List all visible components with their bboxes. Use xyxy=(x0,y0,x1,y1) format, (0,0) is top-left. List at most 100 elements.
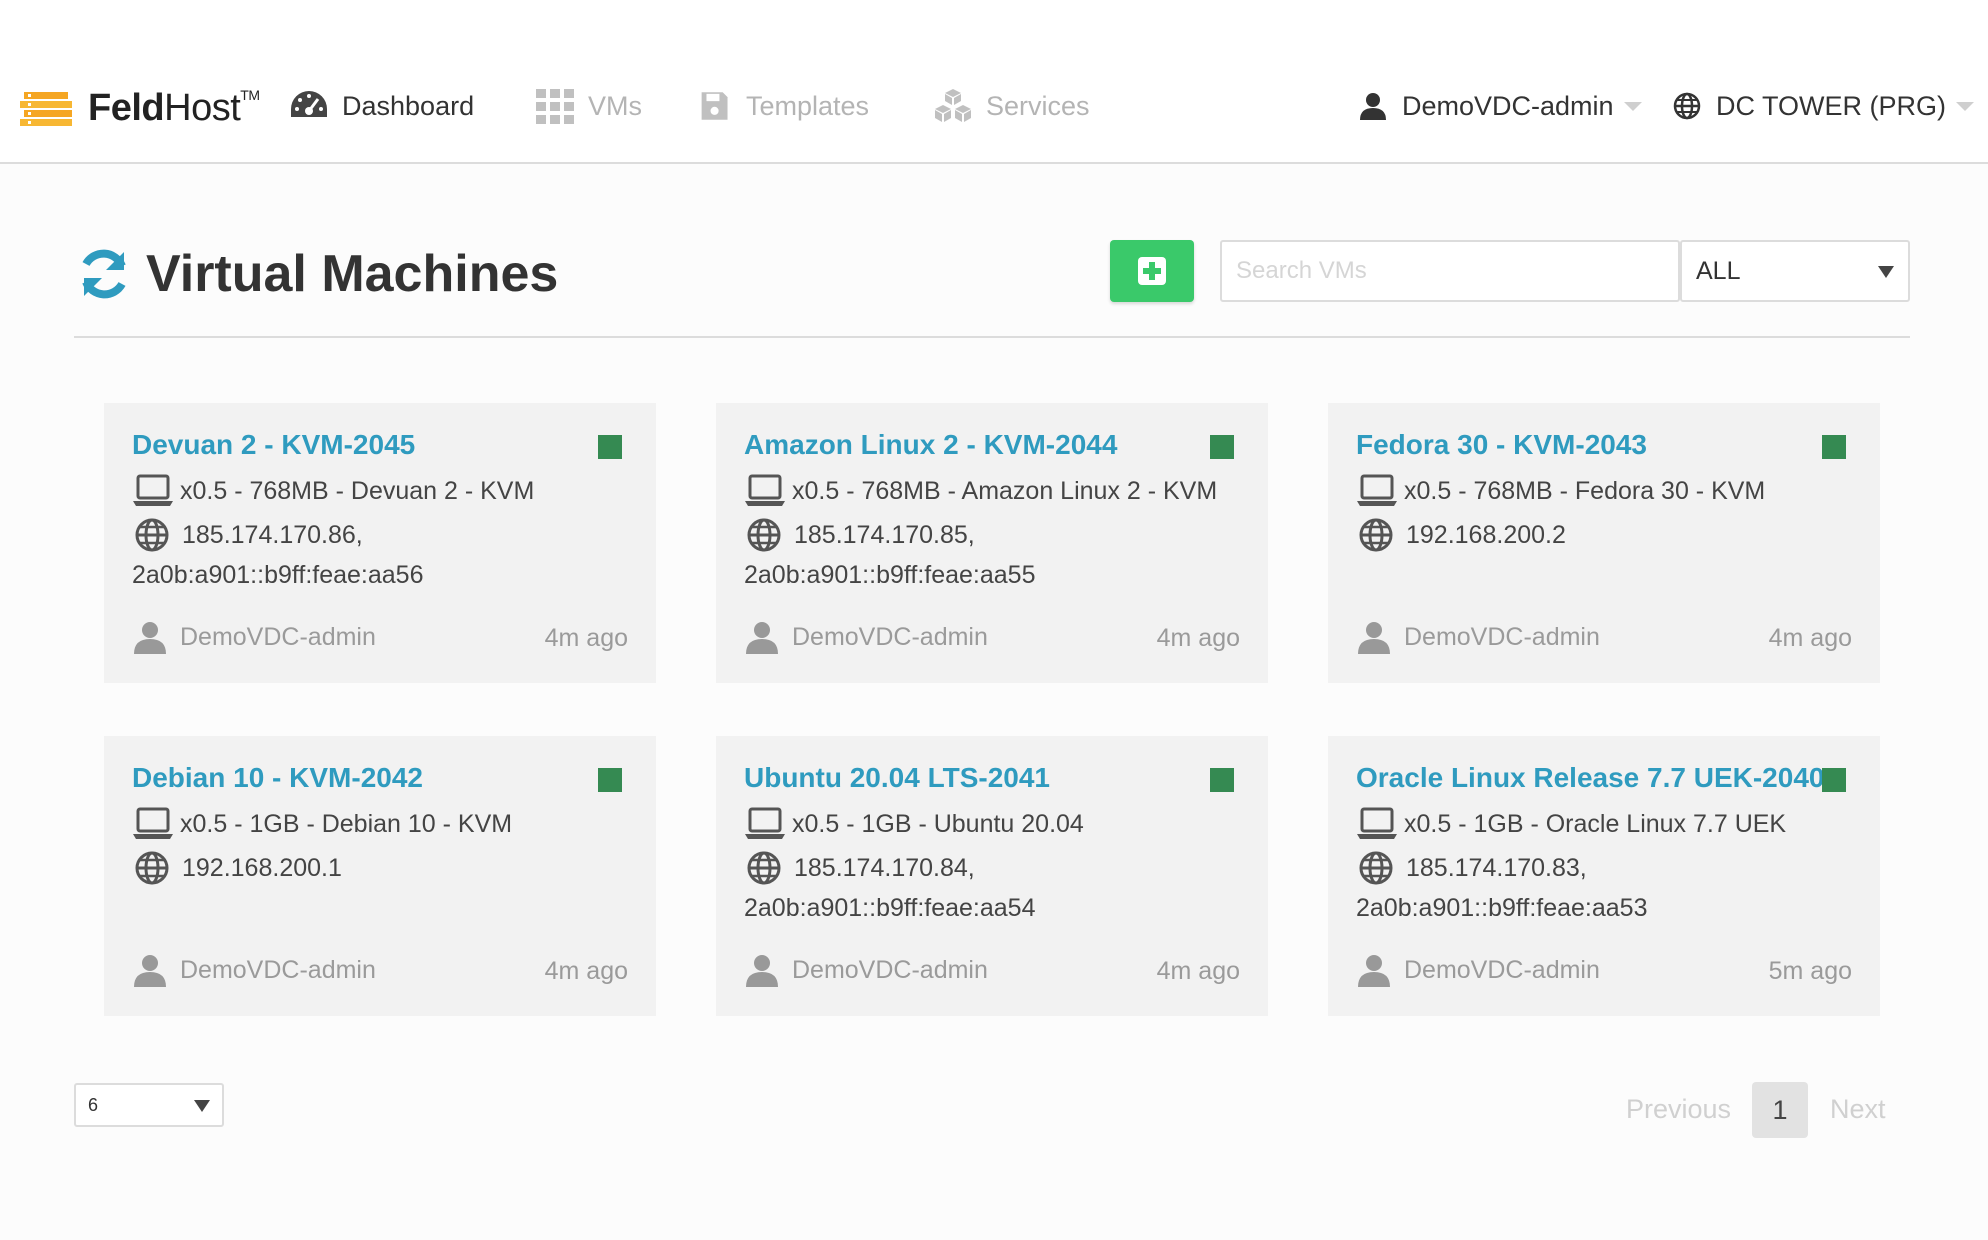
nav-templates[interactable]: Templates xyxy=(700,84,869,128)
status-indicator xyxy=(598,435,622,459)
add-vm-button[interactable] xyxy=(1110,240,1194,302)
laptop-icon xyxy=(745,807,785,839)
vm-ip-row: 192.168.200.1 xyxy=(132,850,342,886)
user-icon xyxy=(1358,955,1390,987)
filter-selected-value: ALL xyxy=(1696,256,1741,285)
vm-ip-row: 185.174.170.83, xyxy=(1356,850,1587,886)
globe-icon xyxy=(1359,851,1393,885)
vm-ip-row: 192.168.200.2 xyxy=(1356,517,1566,553)
filter-select[interactable]: ALL xyxy=(1680,240,1910,302)
vm-age: 4m ago xyxy=(1768,624,1852,652)
vm-owner-name: DemoVDC-admin xyxy=(180,955,376,984)
user-icon xyxy=(134,955,166,987)
vm-owner: DemoVDC-admin xyxy=(744,952,988,988)
vm-card[interactable]: Debian 10 - KVM-2042 x0.5 - 1GB - Debian … xyxy=(104,736,656,1016)
datacenter-name: DC TOWER (PRG) xyxy=(1716,90,1947,121)
chevron-down-icon xyxy=(1623,101,1642,111)
nav-services-label: Services xyxy=(986,90,1090,121)
vm-name-link[interactable]: Fedora 30 - KVM-2043 xyxy=(1356,429,1647,461)
brand-logo[interactable]: FeldHostTM xyxy=(20,87,260,129)
vm-owner: DemoVDC-admin xyxy=(1356,619,1600,655)
vm-spec: x0.5 - 1GB - Debian 10 - KVM xyxy=(180,809,513,838)
vm-card[interactable]: Oracle Linux Release 7.7 UEK-2040 x0.5 - … xyxy=(1328,736,1880,1016)
vm-ip: 185.174.170.85, xyxy=(794,520,975,549)
vm-name-link[interactable]: Devuan 2 - KVM-2045 xyxy=(132,429,415,461)
status-indicator xyxy=(598,768,622,792)
nav-dashboard-label: Dashboard xyxy=(342,90,475,121)
vm-spec-row: x0.5 - 1GB - Oracle Linux 7.7 UEK xyxy=(1356,806,1786,842)
vm-name-link[interactable]: Ubuntu 20.04 LTS-2041 xyxy=(744,762,1050,794)
vm-age: 4m ago xyxy=(544,624,628,652)
vm-owner: DemoVDC-admin xyxy=(132,952,376,988)
vm-ipv6: 2a0b:a901::b9ff:feae:aa56 xyxy=(132,561,424,589)
pagination-previous[interactable]: Previous xyxy=(1626,1094,1731,1125)
user-icon xyxy=(134,622,166,654)
laptop-icon xyxy=(1357,474,1397,506)
globe-icon xyxy=(135,851,169,885)
vm-spec: x0.5 - 1GB - Ubuntu 20.04 xyxy=(792,809,1084,838)
globe-icon xyxy=(1673,92,1701,120)
search-input[interactable] xyxy=(1220,240,1680,302)
vm-ipv6: 2a0b:a901::b9ff:feae:aa54 xyxy=(744,894,1036,922)
page: FeldHostTM Dashboard VMs Templates Servi… xyxy=(0,0,1988,1240)
pagination-page-1[interactable]: 1 xyxy=(1752,1082,1808,1138)
cubes-icon xyxy=(935,89,971,122)
vm-name-link[interactable]: Debian 10 - KVM-2042 xyxy=(132,762,423,794)
pagination-next[interactable]: Next xyxy=(1830,1094,1886,1125)
vm-spec: x0.5 - 768MB - Devuan 2 - KVM xyxy=(180,476,535,505)
header-divider xyxy=(74,336,1910,338)
vm-spec: x0.5 - 768MB - Amazon Linux 2 - KVM xyxy=(792,476,1218,505)
vm-card[interactable]: Devuan 2 - KVM-2045 x0.5 - 768MB - Devuan… xyxy=(104,403,656,683)
vm-ipv6: 2a0b:a901::b9ff:feae:aa53 xyxy=(1356,894,1648,922)
vm-spec: x0.5 - 1GB - Oracle Linux 7.7 UEK xyxy=(1404,809,1787,838)
vm-spec-row: x0.5 - 768MB - Amazon Linux 2 - KVM xyxy=(744,473,1217,509)
plus-square-icon xyxy=(1138,257,1166,285)
vm-owner: DemoVDC-admin xyxy=(132,619,376,655)
vm-ip: 192.168.200.1 xyxy=(182,853,342,882)
laptop-icon xyxy=(133,474,173,506)
floppy-disk-icon xyxy=(701,92,728,120)
top-navbar: FeldHostTM Dashboard VMs Templates Servi… xyxy=(0,0,1988,164)
grid-icon xyxy=(536,89,574,124)
status-indicator xyxy=(1210,435,1234,459)
laptop-icon xyxy=(133,807,173,839)
vm-owner: DemoVDC-admin xyxy=(744,619,988,655)
vm-age: 4m ago xyxy=(1156,624,1240,652)
user-menu[interactable]: DemoVDC-admin xyxy=(1358,84,1642,128)
vm-spec-row: x0.5 - 768MB - Devuan 2 - KVM xyxy=(132,473,534,509)
vm-ipv6: 2a0b:a901::b9ff:feae:aa55 xyxy=(744,561,1036,589)
nav-services[interactable]: Services xyxy=(932,84,1090,128)
vm-card[interactable]: Ubuntu 20.04 LTS-2041 x0.5 - 1GB - Ubuntu… xyxy=(716,736,1268,1016)
user-icon xyxy=(1360,93,1386,120)
vm-card[interactable]: Fedora 30 - KVM-2043 x0.5 - 768MB - Fedor… xyxy=(1328,403,1880,683)
page-size-value: 6 xyxy=(88,1094,99,1115)
vm-age: 4m ago xyxy=(1156,957,1240,985)
vm-name-link[interactable]: Oracle Linux Release 7.7 UEK-2040 xyxy=(1356,762,1824,794)
dashboard-gauge-icon xyxy=(291,91,327,117)
vm-ip-row: 185.174.170.86, xyxy=(132,517,363,553)
vm-card[interactable]: Amazon Linux 2 - KVM-2044 x0.5 - 768MB - … xyxy=(716,403,1268,683)
vm-ip: 185.174.170.86, xyxy=(182,520,363,549)
nav-dashboard[interactable]: Dashboard xyxy=(288,84,474,128)
datacenter-menu[interactable]: DC TOWER (PRG) xyxy=(1672,84,1975,128)
page-size-select[interactable]: 6 xyxy=(74,1083,224,1127)
vm-ip: 192.168.200.2 xyxy=(1406,520,1566,549)
chevron-down-icon xyxy=(1956,101,1975,111)
page-title: Virtual Machines xyxy=(146,245,559,303)
globe-icon xyxy=(1359,518,1393,552)
globe-icon xyxy=(135,518,169,552)
vm-age: 4m ago xyxy=(544,957,628,985)
vm-owner-name: DemoVDC-admin xyxy=(1404,622,1600,651)
globe-icon xyxy=(747,518,781,552)
dropdown-arrow-icon xyxy=(194,1100,210,1112)
nav-vms-label: VMs xyxy=(588,90,642,121)
user-name: DemoVDC-admin xyxy=(1402,90,1614,121)
refresh-icon[interactable] xyxy=(74,246,134,302)
nav-vms[interactable]: VMs xyxy=(534,84,642,128)
vm-ip: 185.174.170.83, xyxy=(1406,853,1587,882)
dropdown-arrow-icon xyxy=(1878,266,1894,278)
vm-name-link[interactable]: Amazon Linux 2 - KVM-2044 xyxy=(744,429,1117,461)
user-icon xyxy=(746,622,778,654)
globe-icon xyxy=(747,851,781,885)
nav-templates-label: Templates xyxy=(746,90,870,121)
